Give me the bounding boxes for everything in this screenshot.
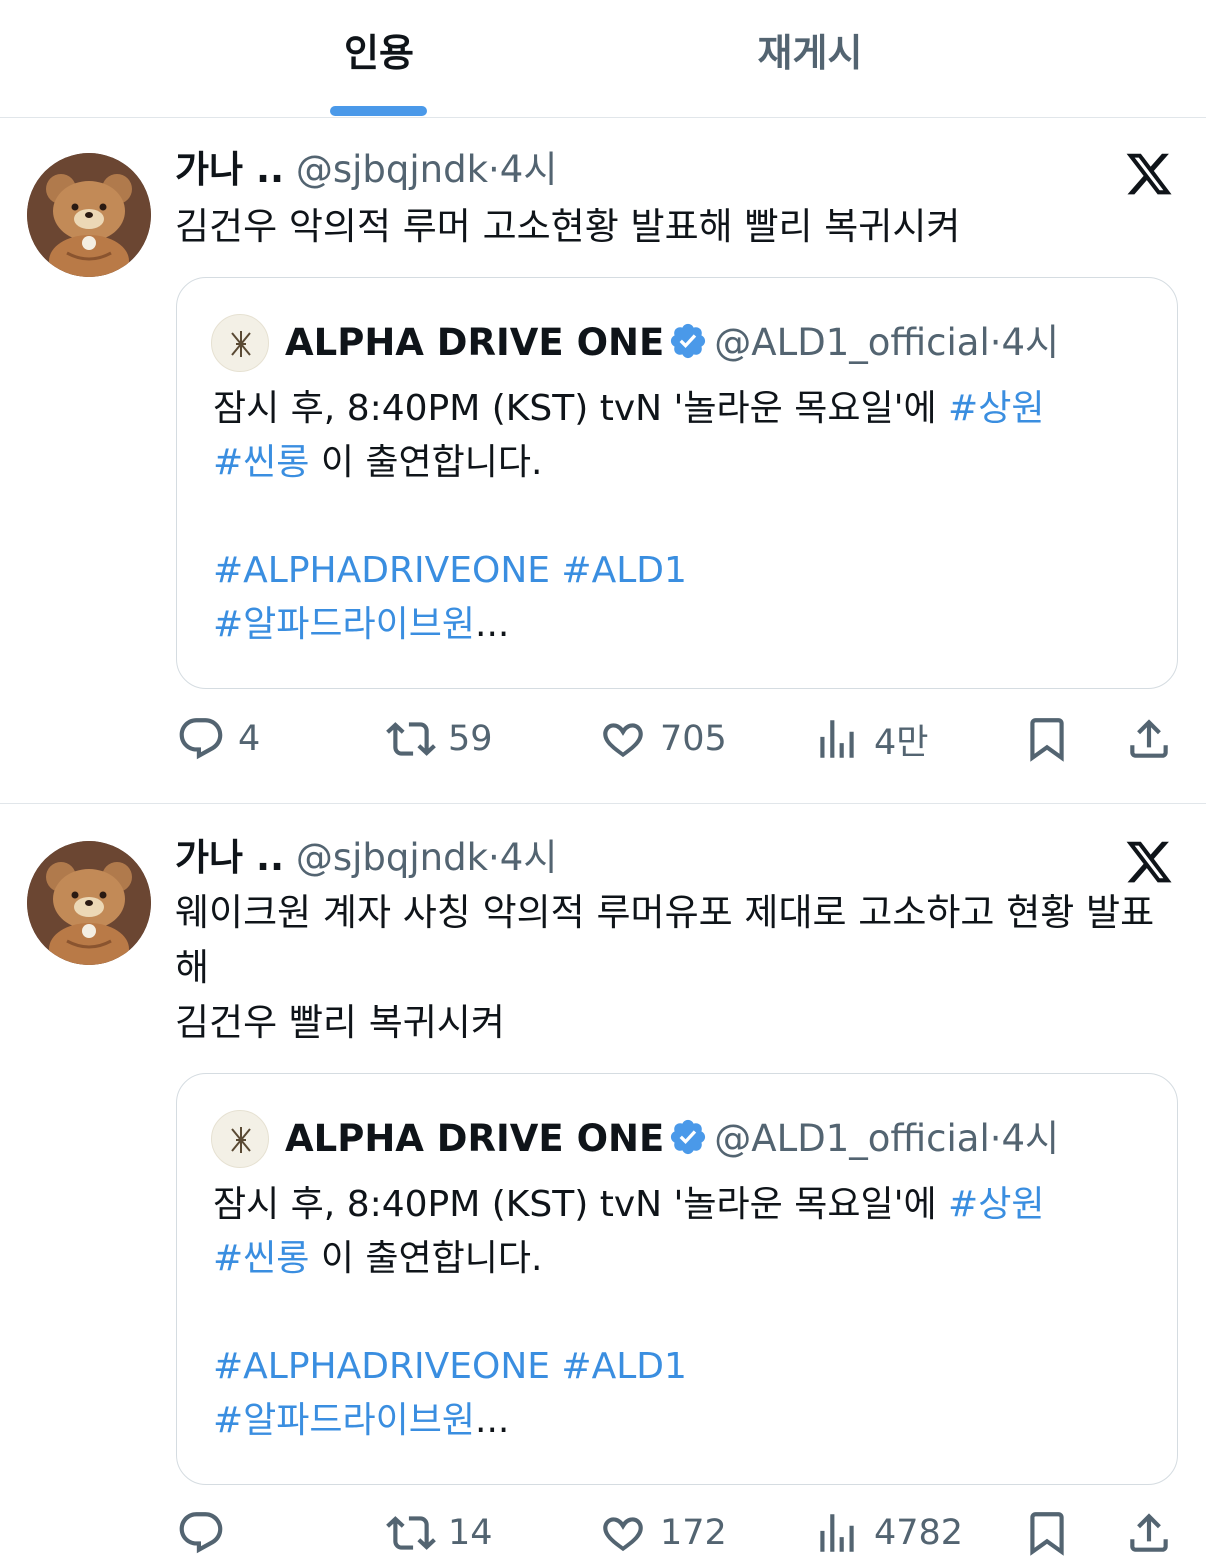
separator-dot: · <box>488 836 500 879</box>
view-count: 4782 <box>874 1513 964 1553</box>
tweet-text: 웨이크원 계자 사칭 악의적 루머유포 제대로 고소하고 현황 발표해 김건우 … <box>175 891 1155 1044</box>
hashtag-link[interactable]: #씬롱 <box>213 442 309 483</box>
quoted-avatar <box>211 1110 269 1168</box>
bookmark-icon <box>1030 1512 1064 1556</box>
repost-button[interactable]: 59 <box>386 709 493 769</box>
repost-count: 14 <box>448 1513 493 1553</box>
hashtag-link[interactable]: #상원 <box>948 388 1044 429</box>
quoted-avatar <box>211 314 269 372</box>
tweet-header: 가나 .. @sjbqjndk·4시 <box>175 145 557 195</box>
reply-icon <box>179 718 223 760</box>
separator-dot: · <box>488 148 500 191</box>
separator-dot: · <box>989 1117 1002 1160</box>
tweet[interactable]: 가나 .. @sjbqjndk·4시 김건우 악의적 루머 고소현황 발표해 빨… <box>0 119 1206 804</box>
repost-icon <box>386 1516 436 1550</box>
quoted-text-line: 이 출연합니다. <box>309 1238 543 1279</box>
tweet-header: 가나 .. @sjbqjndk·4시 <box>175 833 557 883</box>
like-count: 172 <box>660 1513 727 1553</box>
quoted-header: ALPHA DRIVE ONE @ALD1_official·4시 <box>285 1112 1059 1166</box>
quoted-text-line: 이 출연합니다. <box>309 442 543 483</box>
tweet-actions: 4 59 705 4만 <box>0 709 1206 769</box>
timestamp[interactable]: 4시 <box>500 836 558 879</box>
active-tab-indicator <box>330 106 427 116</box>
tweet[interactable]: 가나 .. @sjbqjndk·4시 웨이크원 계자 사칭 악의적 루머유포 제… <box>0 805 1206 1565</box>
like-button[interactable]: 172 <box>598 1503 727 1563</box>
tweet-actions: 14 172 4782 <box>0 1503 1206 1563</box>
display-name[interactable]: 가나 .. <box>175 836 284 879</box>
separator-dot: · <box>989 321 1002 364</box>
username[interactable]: @sjbqjndk <box>296 148 488 191</box>
timestamp[interactable]: 4시 <box>500 148 558 191</box>
repost-count: 59 <box>448 719 493 759</box>
share-icon <box>1130 1513 1168 1552</box>
reply-button[interactable] <box>176 1503 238 1563</box>
hashtag-link[interactable]: #ALPHADRIVEONE #ALD1 <box>213 550 687 591</box>
hashtag-link[interactable]: #상원 <box>948 1184 1044 1225</box>
repost-button[interactable]: 14 <box>386 1503 493 1563</box>
avatar[interactable] <box>27 841 151 965</box>
username[interactable]: @sjbqjndk <box>296 836 488 879</box>
hashtag-link[interactable]: #ALPHADRIVEONE #ALD1 <box>213 1346 687 1387</box>
analytics-icon <box>820 720 854 758</box>
share-icon <box>1130 719 1168 758</box>
x-logo-icon <box>1126 841 1172 883</box>
quoted-username: @ALD1_official <box>714 1117 990 1160</box>
quoted-timestamp: 4시 <box>1001 1117 1060 1160</box>
analytics-icon <box>820 1514 854 1552</box>
share-button[interactable] <box>1124 709 1174 769</box>
repost-icon <box>386 722 436 756</box>
display-name[interactable]: 가나 .. <box>175 148 284 191</box>
quoted-text: 잠시 후, 8:40PM (KST) tvN '놀라운 목요일'에 #상원 #씬… <box>213 382 1153 652</box>
truncation-ellipsis: ... <box>475 604 510 645</box>
quoted-text-line: 잠시 후, 8:40PM (KST) tvN '놀라운 목요일'에 <box>213 388 949 429</box>
avatar[interactable] <box>27 153 151 277</box>
tweet-text: 김건우 악의적 루머 고소현황 발표해 빨리 복귀시켜 <box>175 205 961 248</box>
hashtag-link[interactable]: #알파드라이브원 <box>213 604 475 645</box>
hashtag-link[interactable]: #알파드라이브원 <box>213 1400 475 1441</box>
quoted-timestamp: 4시 <box>1001 321 1060 364</box>
like-count: 705 <box>660 719 727 759</box>
views-button[interactable]: 4782 <box>812 1503 963 1563</box>
views-button[interactable]: 4만 <box>812 709 928 769</box>
quoted-text-line: 잠시 후, 8:40PM (KST) tvN '놀라운 목요일'에 <box>213 1184 949 1225</box>
like-button[interactable]: 705 <box>598 709 727 769</box>
quoted-header: ALPHA DRIVE ONE @ALD1_official·4시 <box>285 316 1059 370</box>
truncation-ellipsis: ... <box>475 1400 510 1441</box>
reply-icon <box>179 1512 223 1554</box>
tab-bar: 인용 재게시 <box>0 0 1206 118</box>
bookmark-icon <box>1030 718 1064 762</box>
bookmark-button[interactable] <box>1022 1503 1072 1563</box>
reply-count: 4 <box>238 719 261 759</box>
view-count: 4만 <box>874 722 929 763</box>
share-button[interactable] <box>1124 1503 1174 1563</box>
tab-quotes[interactable]: 인용 <box>279 22 479 82</box>
quoted-tweet[interactable]: ALPHA DRIVE ONE @ALD1_official·4시 잠시 후, 8… <box>176 277 1178 689</box>
hashtag-link[interactable]: #씬롱 <box>213 1238 309 1279</box>
verified-badge-icon <box>671 1119 706 1155</box>
quoted-username: @ALD1_official <box>714 321 990 364</box>
quoted-text: 잠시 후, 8:40PM (KST) tvN '놀라운 목요일'에 #상원 #씬… <box>213 1178 1153 1448</box>
quoted-display-name: ALPHA DRIVE ONE <box>285 1117 665 1160</box>
verified-badge-icon <box>671 323 706 359</box>
quoted-tweet[interactable]: ALPHA DRIVE ONE @ALD1_official·4시 잠시 후, 8… <box>176 1073 1178 1485</box>
reply-button[interactable]: 4 <box>176 709 260 769</box>
bookmark-button[interactable] <box>1022 709 1072 769</box>
heart-icon <box>603 1517 643 1552</box>
heart-icon <box>603 723 643 758</box>
quoted-display-name: ALPHA DRIVE ONE <box>285 321 665 364</box>
tab-reposts[interactable]: 재게시 <box>710 22 910 82</box>
x-logo-icon <box>1126 153 1172 195</box>
